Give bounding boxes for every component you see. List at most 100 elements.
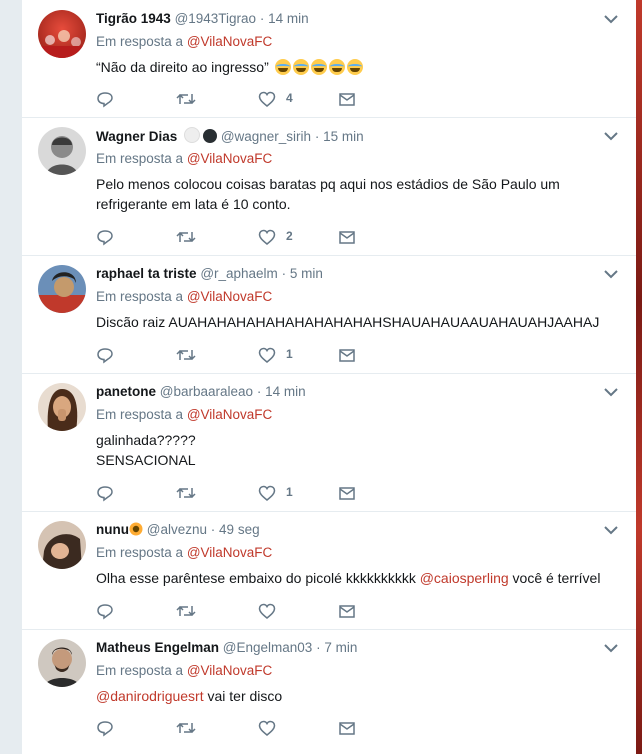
separator: · bbox=[281, 266, 287, 281]
retweet-button[interactable] bbox=[176, 719, 196, 737]
reply-prefix: Em resposta a bbox=[96, 545, 184, 560]
direct-message-button[interactable] bbox=[338, 484, 356, 502]
tweet-actions bbox=[96, 719, 396, 737]
white-circle-emoji bbox=[184, 127, 201, 143]
display-name[interactable]: Matheus Engelman bbox=[96, 640, 219, 655]
chevron-down-icon[interactable] bbox=[602, 10, 620, 28]
retweet-button[interactable] bbox=[176, 602, 196, 620]
avatar[interactable] bbox=[38, 127, 86, 175]
chevron-down-icon[interactable] bbox=[602, 265, 620, 283]
tears-of-joy-emoji bbox=[310, 59, 327, 75]
tweet-text-content: vai ter disco bbox=[203, 688, 283, 704]
reply-prefix: Em resposta a bbox=[96, 663, 184, 678]
reply-to-link[interactable]: @VilaNovaFC bbox=[187, 663, 272, 678]
direct-message-button[interactable] bbox=[338, 228, 356, 246]
direct-message-button[interactable] bbox=[338, 602, 356, 620]
retweet-button[interactable] bbox=[176, 484, 196, 502]
retweet-button[interactable] bbox=[176, 346, 196, 364]
tweet-actions: 4 bbox=[96, 90, 396, 108]
reply-button[interactable] bbox=[96, 228, 114, 246]
reply-prefix: Em resposta a bbox=[96, 289, 184, 304]
direct-message-icon bbox=[339, 349, 355, 362]
handle[interactable]: @Engelman03 bbox=[223, 640, 313, 655]
reply-to-link[interactable]: @VilaNovaFC bbox=[187, 151, 272, 166]
like-icon bbox=[258, 720, 276, 736]
reply-button[interactable] bbox=[96, 602, 114, 620]
retweet-button[interactable] bbox=[176, 90, 196, 108]
tweet[interactable]: Tigrão 1943 @1943Tigrao · 14 min Em resp… bbox=[22, 0, 636, 118]
retweet-icon bbox=[176, 722, 196, 734]
tweet-text-content: Olha esse parêntese embaixo do picolé kk… bbox=[96, 570, 420, 586]
sunflower-emoji bbox=[129, 522, 143, 536]
mention-link[interactable]: @caiosperling bbox=[420, 570, 509, 586]
tweet-text: galinhada????? SENSACIONAL bbox=[96, 432, 196, 468]
reply-icon bbox=[97, 348, 113, 364]
timestamp[interactable]: 5 min bbox=[290, 266, 323, 281]
timestamp[interactable]: 14 min bbox=[268, 11, 309, 26]
display-name[interactable]: panetone bbox=[96, 384, 156, 399]
tweet-text: Olha esse parêntese embaixo do picolé kk… bbox=[96, 568, 620, 588]
handle[interactable]: @barbaaraleao bbox=[160, 384, 253, 399]
direct-message-icon bbox=[339, 93, 355, 106]
retweet-icon bbox=[176, 93, 196, 105]
tears-of-joy-emoji bbox=[328, 59, 345, 75]
like-button[interactable]: 1 bbox=[258, 346, 293, 364]
avatar[interactable] bbox=[38, 521, 86, 569]
chevron-down-icon[interactable] bbox=[602, 639, 620, 657]
handle[interactable]: @r_aphaelm bbox=[200, 266, 278, 281]
timestamp[interactable]: 14 min bbox=[265, 384, 306, 399]
like-button[interactable]: 4 bbox=[258, 90, 293, 108]
like-button[interactable]: 1 bbox=[258, 484, 293, 502]
timestamp[interactable]: 49 seg bbox=[219, 522, 260, 537]
display-name[interactable]: nunu bbox=[96, 522, 129, 537]
retweet-button[interactable] bbox=[176, 228, 196, 246]
reply-icon bbox=[97, 92, 113, 108]
tweet[interactable]: Wagner Dias @wagner_sirih · 15 min Em re… bbox=[22, 117, 636, 256]
tweet[interactable]: Matheus Engelman @Engelman03 · 7 min Em … bbox=[22, 629, 636, 754]
tweet-text: @danirodriguesrt vai ter disco bbox=[96, 686, 620, 706]
chevron-down-icon[interactable] bbox=[602, 521, 620, 539]
timestamp[interactable]: 7 min bbox=[324, 640, 357, 655]
avatar[interactable] bbox=[38, 10, 86, 58]
display-name[interactable]: Tigrão 1943 bbox=[96, 11, 171, 26]
retweet-icon bbox=[176, 231, 196, 243]
reply-button[interactable] bbox=[96, 346, 114, 364]
avatar[interactable] bbox=[38, 265, 86, 313]
like-button[interactable]: 2 bbox=[258, 228, 293, 246]
like-button[interactable] bbox=[258, 719, 276, 737]
tears-of-joy-emoji bbox=[346, 59, 363, 75]
reply-to-link[interactable]: @VilaNovaFC bbox=[187, 407, 272, 422]
like-icon bbox=[258, 603, 276, 619]
handle[interactable]: @alveznu bbox=[147, 522, 207, 537]
like-button[interactable] bbox=[258, 602, 276, 620]
tweet[interactable]: panetone @barbaaraleao · 14 min Em respo… bbox=[22, 373, 636, 512]
reply-to-link[interactable]: @VilaNovaFC bbox=[187, 289, 272, 304]
timestamp[interactable]: 15 min bbox=[323, 129, 364, 144]
display-name[interactable]: Wagner Dias bbox=[96, 129, 177, 144]
separator: · bbox=[259, 11, 265, 26]
direct-message-icon bbox=[339, 487, 355, 500]
direct-message-button[interactable] bbox=[338, 719, 356, 737]
avatar[interactable] bbox=[38, 383, 86, 431]
tweet[interactable]: nunu @alveznu · 49 seg Em resposta a @Vi… bbox=[22, 511, 636, 630]
separator: · bbox=[314, 129, 320, 144]
tweet-actions: 1 bbox=[96, 484, 396, 502]
handle[interactable]: @wagner_sirih bbox=[221, 129, 311, 144]
avatar[interactable] bbox=[38, 639, 86, 687]
direct-message-button[interactable] bbox=[338, 90, 356, 108]
display-name[interactable]: raphael ta triste bbox=[96, 266, 197, 281]
reply-to-link[interactable]: @VilaNovaFC bbox=[187, 34, 272, 49]
like-count: 1 bbox=[286, 347, 293, 361]
mention-link[interactable]: @danirodriguesrt bbox=[96, 688, 204, 704]
reply-to-link[interactable]: @VilaNovaFC bbox=[187, 545, 272, 560]
tweet-text: Pelo menos colocou coisas baratas pq aqu… bbox=[96, 176, 560, 212]
direct-message-button[interactable] bbox=[338, 346, 356, 364]
chevron-down-icon[interactable] bbox=[602, 383, 620, 401]
reply-button[interactable] bbox=[96, 719, 114, 737]
handle[interactable]: @1943Tigrao bbox=[175, 11, 257, 26]
tweet[interactable]: raphael ta triste @r_aphaelm · 5 min Em … bbox=[22, 255, 636, 374]
reply-button[interactable] bbox=[96, 484, 114, 502]
reply-icon bbox=[97, 230, 113, 246]
chevron-down-icon[interactable] bbox=[602, 127, 620, 145]
reply-button[interactable] bbox=[96, 90, 114, 108]
